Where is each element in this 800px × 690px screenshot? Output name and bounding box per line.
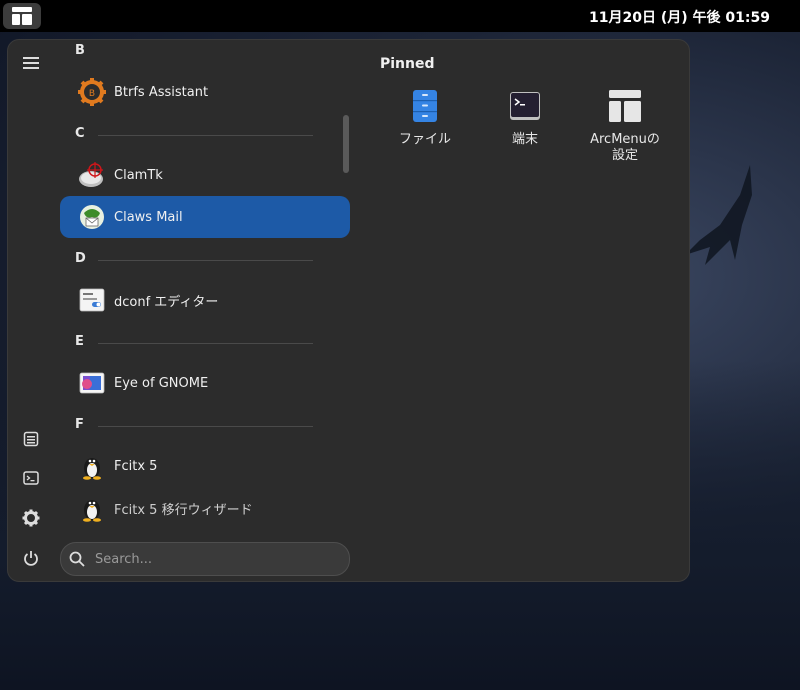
search-icon <box>69 551 85 567</box>
app-item-fcitx5-migrator[interactable]: Fcitx 5 移行ウィザード <box>60 487 350 529</box>
section-header-e: E <box>75 334 313 352</box>
arcmenu-logo-icon <box>12 7 32 25</box>
side-bar <box>8 40 54 581</box>
app-item-label: ClamTk <box>114 167 163 183</box>
gear-icon <box>22 509 40 527</box>
app-item-label: Fcitx 5 <box>114 458 158 474</box>
section-header-b: B <box>75 43 85 58</box>
pinned-app-label: ファイル <box>398 132 451 147</box>
section-header-d: D <box>75 251 313 269</box>
pinned-app-label: 端末 <box>511 132 538 147</box>
arcmenu-settings-icon <box>607 88 643 124</box>
app-item-label: dconf エディター <box>114 294 219 310</box>
top-bar: 11月20日 (月) 午後 01:59 <box>0 0 800 32</box>
clock[interactable]: 11月20日 (月) 午後 01:59 <box>589 7 770 27</box>
pinned-title: Pinned <box>380 56 435 72</box>
power-button[interactable] <box>16 543 46 573</box>
pinned-app-arcmenu-settings[interactable]: ArcMenuの設定 <box>580 88 670 178</box>
hamburger-icon <box>23 57 39 69</box>
hamburger-button[interactable] <box>16 48 46 78</box>
section-header-c: C <box>75 126 313 144</box>
terminal-icon <box>23 471 39 485</box>
app-item-btrfs-assistant[interactable]: B Btrfs Assistant <box>60 71 350 113</box>
pinned-app-terminal[interactable]: 端末 <box>480 88 570 178</box>
app-item-dconf-editor[interactable]: dconf エディター <box>60 279 350 321</box>
pinned-app-label: ArcMenuの設定 <box>590 132 660 163</box>
section-header-f: F <box>75 417 313 435</box>
terminal-shortcut-button[interactable] <box>16 463 46 493</box>
files-icon <box>23 431 39 447</box>
app-item-clamtk[interactable]: ClamTk <box>60 154 350 196</box>
app-item-label: Fcitx 5 移行ウィザード <box>114 502 253 518</box>
app-list: B B Btrfs Assistant C ClamTk Claws Mail … <box>60 40 350 535</box>
search-box[interactable] <box>60 542 350 576</box>
app-item-label: Claws Mail <box>114 209 183 225</box>
app-item-eye-of-gnome[interactable]: Eye of GNOME <box>60 362 350 404</box>
claws-mail-icon <box>78 203 106 231</box>
pinned-app-files[interactable]: ファイル <box>380 88 470 178</box>
clamtk-icon <box>78 161 106 189</box>
wallpaper-eagle <box>685 165 752 265</box>
app-item-label: Eye of GNOME <box>114 375 209 391</box>
search-input[interactable] <box>93 550 327 568</box>
eye-of-gnome-icon <box>78 369 106 397</box>
tux-icon <box>78 452 106 480</box>
tux-icon <box>78 494 106 522</box>
files-shortcut-button[interactable] <box>16 424 46 454</box>
svg-text:B: B <box>89 89 95 99</box>
arcmenu-button[interactable] <box>3 3 41 29</box>
app-item-claws-mail[interactable]: Claws Mail <box>60 196 350 238</box>
btrfs-gear-icon: B <box>78 78 106 106</box>
terminal-icon <box>507 88 543 124</box>
app-list-scrollbar[interactable] <box>343 115 349 173</box>
power-icon <box>24 551 38 566</box>
app-item-label: Btrfs Assistant <box>114 84 209 100</box>
dconf-editor-icon <box>78 286 106 314</box>
settings-button[interactable] <box>16 503 46 533</box>
files-icon <box>407 88 443 124</box>
app-item-fcitx5[interactable]: Fcitx 5 <box>60 445 350 487</box>
arcmenu-panel: B B Btrfs Assistant C ClamTk Claws Mail … <box>7 39 690 582</box>
